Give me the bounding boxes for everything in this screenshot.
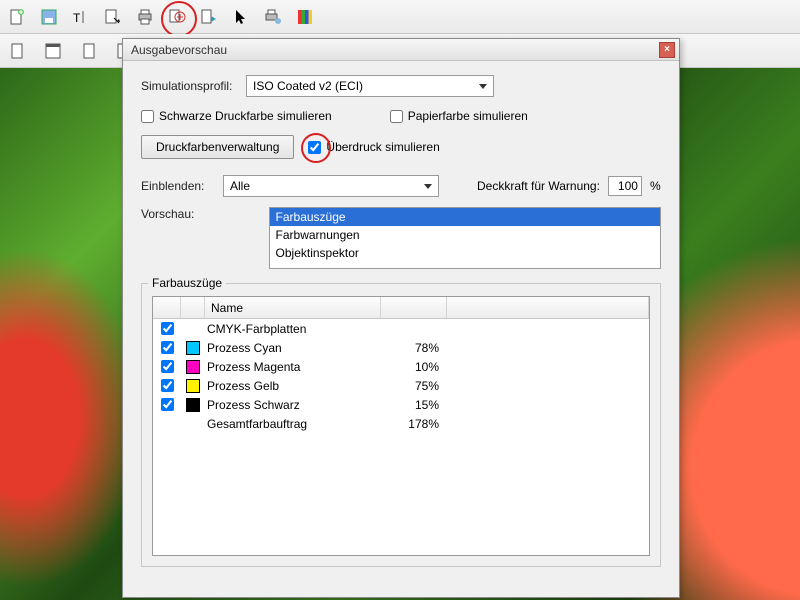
show-label: Einblenden:	[141, 179, 209, 193]
page-export-icon[interactable]	[198, 6, 220, 28]
row-percent: 15%	[381, 398, 447, 412]
text-tool-icon[interactable]: T	[70, 6, 92, 28]
page-blank-icon[interactable]	[78, 40, 100, 62]
new-page-icon[interactable]	[6, 6, 28, 28]
row-checkbox[interactable]	[161, 360, 174, 373]
table-row: CMYK-Farbplatten	[153, 319, 649, 338]
opacity-field[interactable]	[608, 176, 642, 196]
simulate-paper-checkbox[interactable]: Papierfarbe simulieren	[390, 109, 528, 123]
row-percent: 10%	[381, 360, 447, 374]
list-item[interactable]: Objektinspektor	[270, 244, 660, 262]
show-combo[interactable]: Alle	[223, 175, 439, 197]
color-swatch	[186, 341, 200, 355]
row-name: Prozess Schwarz	[205, 398, 381, 412]
row-checkbox[interactable]	[161, 341, 174, 354]
save-icon[interactable]	[38, 6, 60, 28]
table-row: Prozess Gelb75%	[153, 376, 649, 395]
color-bars-icon[interactable]	[294, 6, 316, 28]
row-checkbox[interactable]	[161, 398, 174, 411]
print-icon[interactable]	[134, 6, 156, 28]
color-swatch	[186, 398, 200, 412]
opacity-label: Deckkraft für Warnung:	[477, 179, 600, 193]
column-name: Name	[205, 297, 381, 318]
opacity-unit: %	[650, 179, 661, 193]
table-row: Prozess Magenta10%	[153, 357, 649, 376]
preview-label: Vorschau:	[141, 207, 201, 221]
table-row: Prozess Schwarz15%	[153, 395, 649, 414]
save-variant-icon[interactable]	[42, 40, 64, 62]
svg-text:T: T	[73, 11, 81, 25]
main-toolbar: T	[0, 0, 800, 34]
separations-table: Name CMYK-FarbplattenProzess Cyan78%Proz…	[152, 296, 650, 556]
pointer-icon[interactable]	[230, 6, 252, 28]
row-name: Prozess Cyan	[205, 341, 381, 355]
dialog-title: Ausgabevorschau	[131, 43, 227, 57]
simulate-black-checkbox[interactable]: Schwarze Druckfarbe simulieren	[141, 109, 332, 123]
row-name: Prozess Gelb	[205, 379, 381, 393]
row-checkbox[interactable]	[161, 379, 174, 392]
preview-listbox[interactable]: Farbauszüge Farbwarnungen Objektinspekto…	[269, 207, 661, 269]
row-percent: 178%	[381, 417, 447, 431]
color-swatch	[186, 379, 200, 393]
simprofile-label: Simulationsprofil:	[141, 79, 246, 93]
simulate-overprint-checkbox[interactable]: Überdruck simulieren	[308, 140, 439, 154]
row-name: CMYK-Farbplatten	[205, 322, 381, 336]
simprofile-combo[interactable]: ISO Coated v2 (ECI)	[246, 75, 494, 97]
text-select-icon[interactable]	[102, 6, 124, 28]
row-name: Prozess Magenta	[205, 360, 381, 374]
list-item[interactable]: Farbauszüge	[270, 208, 660, 226]
separations-legend: Farbauszüge	[148, 276, 226, 290]
row-checkbox[interactable]	[161, 322, 174, 335]
row-percent: 78%	[381, 341, 447, 355]
row-percent: 75%	[381, 379, 447, 393]
row-name: Gesamtfarbauftrag	[205, 417, 381, 431]
output-preview-dialog: Ausgabevorschau × Simulationsprofil: ISO…	[122, 38, 680, 598]
output-preview-icon[interactable]	[166, 6, 188, 28]
separations-group: Farbauszüge Name CMYK-FarbplattenProzess…	[141, 283, 661, 567]
list-item[interactable]: Farbwarnungen	[270, 226, 660, 244]
color-swatch	[186, 360, 200, 374]
page-icon[interactable]	[6, 40, 28, 62]
print-graphic-icon[interactable]	[262, 6, 284, 28]
table-row: Gesamtfarbauftrag178%	[153, 414, 649, 433]
table-row: Prozess Cyan78%	[153, 338, 649, 357]
dialog-titlebar: Ausgabevorschau ×	[123, 39, 679, 61]
ink-manager-button[interactable]: Druckfarbenverwaltung	[141, 135, 294, 159]
close-icon[interactable]: ×	[659, 42, 675, 58]
